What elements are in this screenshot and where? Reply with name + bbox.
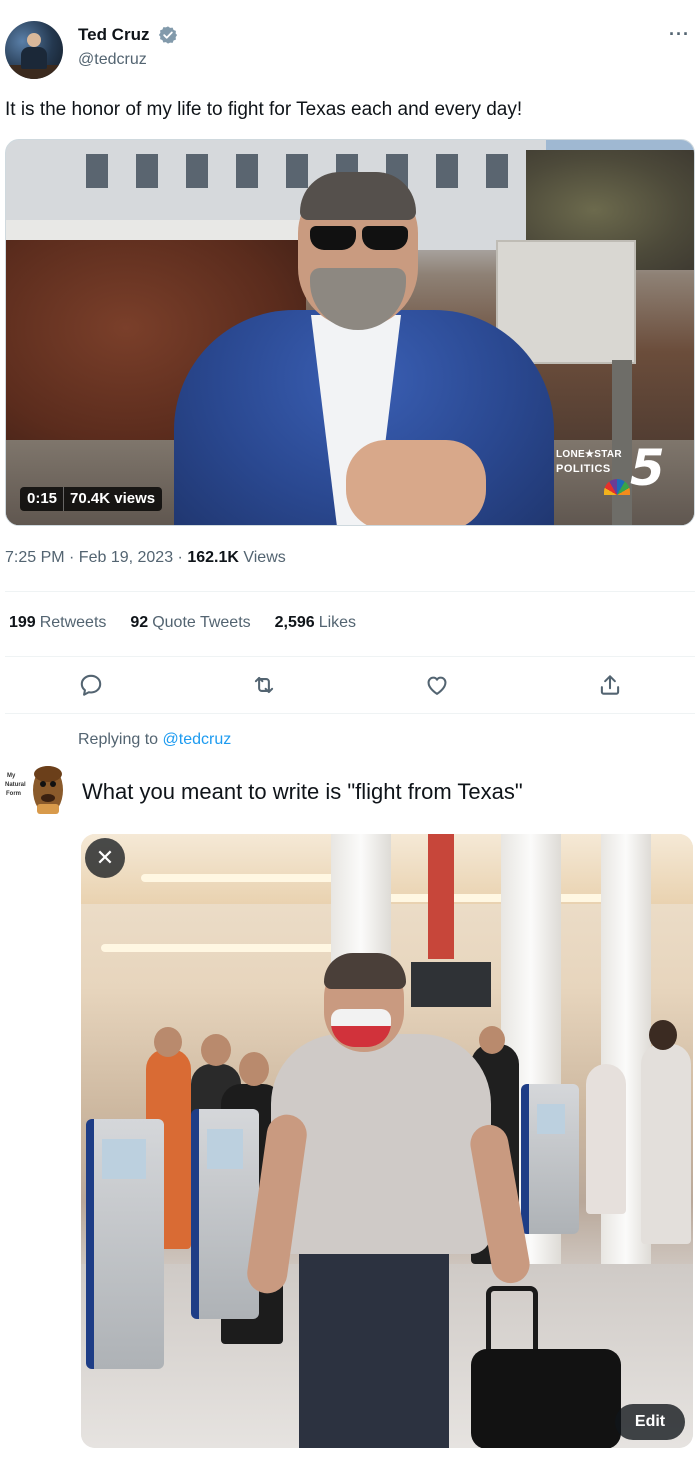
reply-avatar-image: My Natural Form <box>4 760 64 820</box>
tweet-time-date[interactable]: 7:25 PM · Feb 19, 2023 · <box>5 549 187 566</box>
verified-badge-icon <box>158 26 178 44</box>
author-avatar[interactable] <box>5 21 63 79</box>
video-player[interactable]: 0:15 70.4K views LONE★STAR POLITICS 5 <box>5 139 695 526</box>
video-duration-views-badge: 0:15 70.4K views <box>20 487 163 511</box>
likes-count: 2,596 <box>274 614 315 631</box>
likes-stat[interactable]: 2,596 Likes <box>275 614 356 632</box>
engagement-stats: 199 Retweets 92 Quote Tweets 2,596 Likes <box>9 614 356 632</box>
retweets-count: 199 <box>9 614 36 631</box>
video-views: 70.4K views <box>70 490 156 507</box>
author-display-name[interactable]: Ted Cruz <box>78 25 149 45</box>
reply-photo[interactable]: ✕ Edit <box>81 834 693 1448</box>
edit-button[interactable]: Edit <box>615 1404 685 1440</box>
retweets-stat[interactable]: 199 Retweets <box>9 614 106 632</box>
replying-to: Replying to @tedcruz <box>78 731 231 749</box>
more-dots-icon[interactable]: ··· <box>669 24 697 44</box>
tweet-view-label: Views <box>238 549 286 566</box>
close-photo-button[interactable]: ✕ <box>85 838 125 878</box>
peacock-icon <box>604 479 630 495</box>
author-handle[interactable]: @tedcruz <box>78 51 147 69</box>
video-duration: 0:15 <box>27 490 58 507</box>
quote-tweets-label: Quote Tweets <box>152 614 251 631</box>
reply-icon[interactable] <box>78 672 104 698</box>
channel-logo-line1: LONE★STAR <box>556 449 622 460</box>
likes-label: Likes <box>318 614 357 631</box>
reply-text: What you meant to write is "flight from … <box>82 779 523 804</box>
replying-to-label: Replying to <box>78 731 163 748</box>
divider <box>5 656 695 657</box>
tweet-timestamp[interactable]: 7:25 PM · Feb 19, 2023 · 162.1K Views <box>5 549 286 567</box>
like-icon[interactable] <box>424 672 450 698</box>
svg-text:Form: Form <box>6 791 21 797</box>
divider <box>5 713 695 714</box>
svg-text:Natural: Natural <box>5 782 26 788</box>
close-icon: ✕ <box>95 845 115 870</box>
retweets-label: Retweets <box>39 614 107 631</box>
channel-logo-number: 5 <box>630 439 665 497</box>
retweet-icon[interactable] <box>251 672 277 698</box>
quote-tweets-count: 92 <box>130 614 149 631</box>
channel-logo-line2: POLITICS <box>556 463 611 475</box>
tweet-text: It is the honor of my life to fight for … <box>5 99 523 120</box>
share-icon[interactable] <box>597 672 623 698</box>
replying-to-mention[interactable]: @tedcruz <box>163 731 232 748</box>
channel-logo: LONE★STAR POLITICS 5 <box>554 439 674 505</box>
quote-tweets-stat[interactable]: 92 Quote Tweets <box>130 614 250 632</box>
tweet-view-count: 162.1K <box>187 549 239 566</box>
divider <box>5 591 695 592</box>
svg-text:My: My <box>7 773 16 779</box>
reply-author-avatar[interactable]: My Natural Form <box>4 760 64 820</box>
